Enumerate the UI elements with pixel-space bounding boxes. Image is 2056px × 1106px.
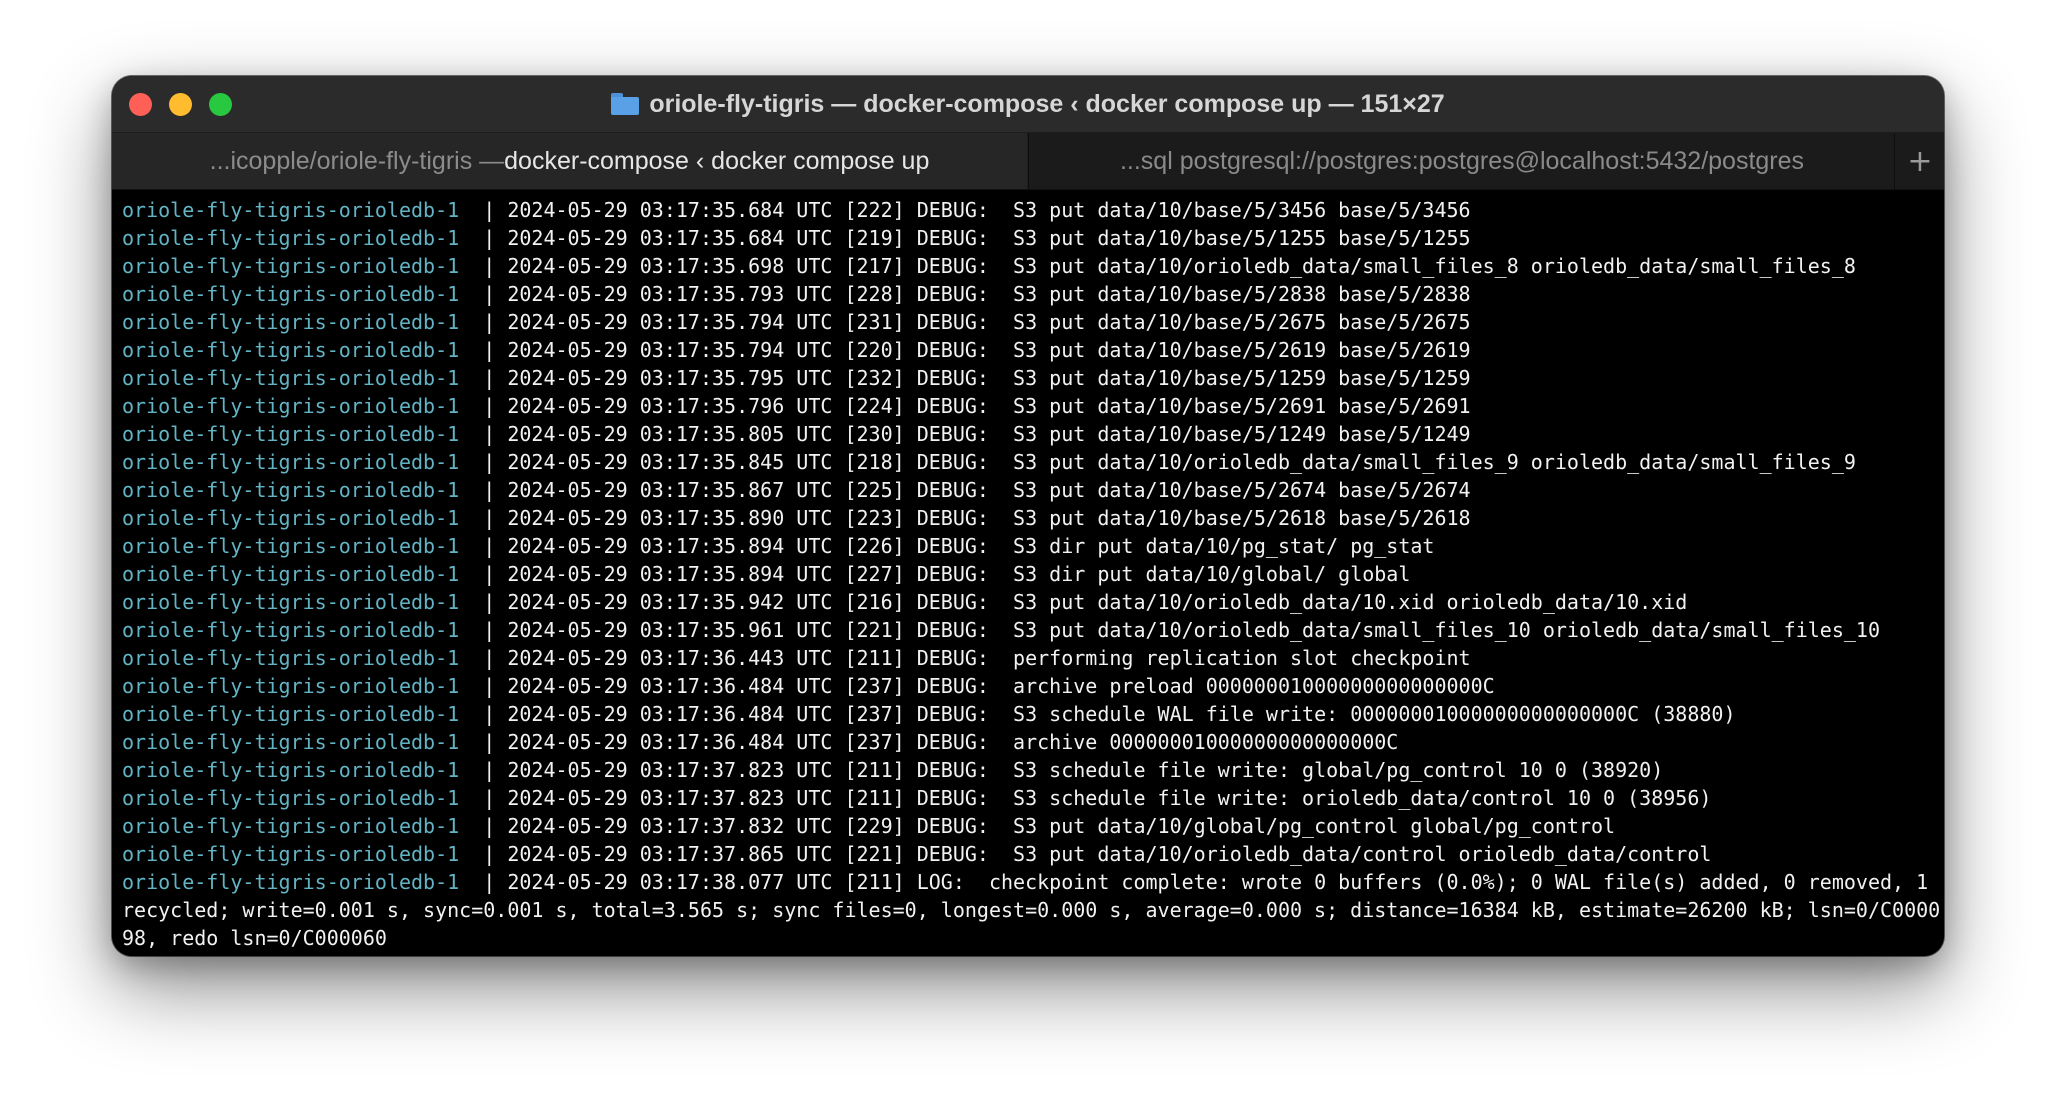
log-message: | 2024-05-29 03:17:38.077 UTC [211] LOG:… bbox=[483, 870, 1929, 894]
log-service-name: oriole-fly-tigris-orioledb-1 bbox=[122, 422, 484, 446]
log-message: | 2024-05-29 03:17:37.823 UTC [211] DEBU… bbox=[483, 758, 1664, 782]
log-line: 98, redo lsn=0/C000060 bbox=[122, 924, 1934, 952]
desktop-background: oriole-fly-tigris — docker-compose ‹ doc… bbox=[0, 0, 2056, 1106]
log-service-name: oriole-fly-tigris-orioledb-1 bbox=[122, 646, 484, 670]
log-service-name: oriole-fly-tigris-orioledb-1 bbox=[122, 758, 484, 782]
log-message: | 2024-05-29 03:17:37.823 UTC [211] DEBU… bbox=[483, 786, 1712, 810]
log-line: oriole-fly-tigris-orioledb-1 | 2024-05-2… bbox=[122, 364, 1934, 392]
log-line: oriole-fly-tigris-orioledb-1 | 2024-05-2… bbox=[122, 588, 1934, 616]
log-service-name: oriole-fly-tigris-orioledb-1 bbox=[122, 366, 484, 390]
log-message: | 2024-05-29 03:17:35.796 UTC [224] DEBU… bbox=[483, 394, 1471, 418]
log-message: | 2024-05-29 03:17:35.890 UTC [223] DEBU… bbox=[483, 506, 1471, 530]
tab-path-label: ...icopple/oriole-fly-tigris — bbox=[209, 146, 505, 175]
log-service-name: oriole-fly-tigris-orioledb-1 bbox=[122, 478, 484, 502]
log-line: oriole-fly-tigris-orioledb-1 | 2024-05-2… bbox=[122, 812, 1934, 840]
terminal-output[interactable]: oriole-fly-tigris-orioledb-1 | 2024-05-2… bbox=[112, 190, 1944, 956]
log-line: oriole-fly-tigris-orioledb-1 | 2024-05-2… bbox=[122, 448, 1934, 476]
log-message: | 2024-05-29 03:17:37.865 UTC [221] DEBU… bbox=[483, 842, 1712, 866]
log-message: | 2024-05-29 03:17:35.793 UTC [228] DEBU… bbox=[483, 282, 1471, 306]
log-line: oriole-fly-tigris-orioledb-1 | 2024-05-2… bbox=[122, 756, 1934, 784]
log-message: | 2024-05-29 03:17:35.961 UTC [221] DEBU… bbox=[483, 618, 1880, 642]
log-line: oriole-fly-tigris-orioledb-1 | 2024-05-2… bbox=[122, 728, 1934, 756]
log-line: oriole-fly-tigris-orioledb-1 | 2024-05-2… bbox=[122, 280, 1934, 308]
log-service-name: oriole-fly-tigris-orioledb-1 bbox=[122, 310, 484, 334]
log-line: recycled; write=0.001 s, sync=0.001 s, t… bbox=[122, 896, 1940, 924]
log-service-name: oriole-fly-tigris-orioledb-1 bbox=[122, 394, 484, 418]
log-line: oriole-fly-tigris-orioledb-1 | 2024-05-2… bbox=[122, 840, 1934, 868]
log-service-name: oriole-fly-tigris-orioledb-1 bbox=[122, 702, 484, 726]
tab-docker-compose[interactable]: ...icopple/oriole-fly-tigris — docker-co… bbox=[112, 133, 1027, 189]
log-line: oriole-fly-tigris-orioledb-1 | 2024-05-2… bbox=[122, 868, 1934, 896]
folder-icon bbox=[611, 93, 640, 115]
log-message: | 2024-05-29 03:17:37.832 UTC [229] DEBU… bbox=[483, 814, 1616, 838]
window-title: oriole-fly-tigris — docker-compose ‹ doc… bbox=[649, 89, 1445, 118]
log-message: | 2024-05-29 03:17:35.894 UTC [227] DEBU… bbox=[483, 562, 1411, 586]
log-line: oriole-fly-tigris-orioledb-1 | 2024-05-2… bbox=[122, 532, 1934, 560]
log-line: oriole-fly-tigris-orioledb-1 | 2024-05-2… bbox=[122, 420, 1934, 448]
log-line: oriole-fly-tigris-orioledb-1 | 2024-05-2… bbox=[122, 700, 1934, 728]
log-line: oriole-fly-tigris-orioledb-1 | 2024-05-2… bbox=[122, 224, 1934, 252]
log-service-name: oriole-fly-tigris-orioledb-1 bbox=[122, 198, 484, 222]
log-line: oriole-fly-tigris-orioledb-1 | 2024-05-2… bbox=[122, 784, 1934, 812]
log-service-name: oriole-fly-tigris-orioledb-1 bbox=[122, 226, 484, 250]
new-tab-button[interactable]: + bbox=[1894, 133, 1944, 189]
log-message: | 2024-05-29 03:17:35.845 UTC [218] DEBU… bbox=[483, 450, 1856, 474]
log-service-name: oriole-fly-tigris-orioledb-1 bbox=[122, 338, 484, 362]
log-line: oriole-fly-tigris-orioledb-1 | 2024-05-2… bbox=[122, 616, 1934, 644]
log-service-name: oriole-fly-tigris-orioledb-1 bbox=[122, 814, 484, 838]
log-message: | 2024-05-29 03:17:35.795 UTC [232] DEBU… bbox=[483, 366, 1471, 390]
log-service-name: oriole-fly-tigris-orioledb-1 bbox=[122, 870, 484, 894]
log-service-name: oriole-fly-tigris-orioledb-1 bbox=[122, 590, 484, 614]
title-bar[interactable]: oriole-fly-tigris — docker-compose ‹ doc… bbox=[112, 76, 1944, 133]
log-service-name: oriole-fly-tigris-orioledb-1 bbox=[122, 450, 484, 474]
log-line: oriole-fly-tigris-orioledb-1 | 2024-05-2… bbox=[122, 504, 1934, 532]
log-service-name: oriole-fly-tigris-orioledb-1 bbox=[122, 254, 484, 278]
log-message: | 2024-05-29 03:17:36.484 UTC [237] DEBU… bbox=[483, 702, 1736, 726]
log-message: 98, redo lsn=0/C000060 bbox=[122, 926, 387, 950]
log-message: | 2024-05-29 03:17:36.443 UTC [211] DEBU… bbox=[483, 646, 1471, 670]
log-service-name: oriole-fly-tigris-orioledb-1 bbox=[122, 562, 484, 586]
log-line: oriole-fly-tigris-orioledb-1 | 2024-05-2… bbox=[122, 644, 1934, 672]
log-message: | 2024-05-29 03:17:35.684 UTC [219] DEBU… bbox=[483, 226, 1471, 250]
log-line: oriole-fly-tigris-orioledb-1 | 2024-05-2… bbox=[122, 560, 1934, 588]
tab-psql-label: ...sql postgresql://postgres:postgres@lo… bbox=[1119, 146, 1805, 175]
log-message: | 2024-05-29 03:17:35.794 UTC [220] DEBU… bbox=[483, 338, 1471, 362]
log-service-name: oriole-fly-tigris-orioledb-1 bbox=[122, 534, 484, 558]
log-line: oriole-fly-tigris-orioledb-1 | 2024-05-2… bbox=[122, 196, 1934, 224]
terminal-window: oriole-fly-tigris — docker-compose ‹ doc… bbox=[112, 76, 1944, 956]
tab-process-label: docker-compose ‹ docker compose up bbox=[504, 146, 930, 175]
log-message: | 2024-05-29 03:17:35.942 UTC [216] DEBU… bbox=[483, 590, 1688, 614]
log-line: oriole-fly-tigris-orioledb-1 | 2024-05-2… bbox=[122, 336, 1934, 364]
log-service-name: oriole-fly-tigris-orioledb-1 bbox=[122, 674, 484, 698]
tab-psql[interactable]: ...sql postgresql://postgres:postgres@lo… bbox=[1028, 133, 1895, 189]
log-message: | 2024-05-29 03:17:35.684 UTC [222] DEBU… bbox=[483, 198, 1471, 222]
log-message: | 2024-05-29 03:17:36.484 UTC [237] DEBU… bbox=[483, 730, 1399, 754]
log-line: oriole-fly-tigris-orioledb-1 | 2024-05-2… bbox=[122, 476, 1934, 504]
log-line: oriole-fly-tigris-orioledb-1 | 2024-05-2… bbox=[122, 392, 1934, 420]
log-message: | 2024-05-29 03:17:35.894 UTC [226] DEBU… bbox=[483, 534, 1435, 558]
log-message: | 2024-05-29 03:17:35.867 UTC [225] DEBU… bbox=[483, 478, 1471, 502]
log-service-name: oriole-fly-tigris-orioledb-1 bbox=[122, 282, 484, 306]
log-service-name: oriole-fly-tigris-orioledb-1 bbox=[122, 618, 484, 642]
window-title-container: oriole-fly-tigris — docker-compose ‹ doc… bbox=[112, 76, 1944, 132]
log-service-name: oriole-fly-tigris-orioledb-1 bbox=[122, 842, 484, 866]
log-service-name: oriole-fly-tigris-orioledb-1 bbox=[122, 506, 484, 530]
tab-bar: ...icopple/oriole-fly-tigris — docker-co… bbox=[112, 133, 1944, 190]
log-line: oriole-fly-tigris-orioledb-1 | 2024-05-2… bbox=[122, 252, 1934, 280]
log-message: | 2024-05-29 03:17:35.794 UTC [231] DEBU… bbox=[483, 310, 1471, 334]
log-message: | 2024-05-29 03:17:35.805 UTC [230] DEBU… bbox=[483, 422, 1471, 446]
log-line: oriole-fly-tigris-orioledb-1 | 2024-05-2… bbox=[122, 308, 1934, 336]
log-service-name: oriole-fly-tigris-orioledb-1 bbox=[122, 730, 484, 754]
log-line: oriole-fly-tigris-orioledb-1 | 2024-05-2… bbox=[122, 672, 1934, 700]
log-message: | 2024-05-29 03:17:36.484 UTC [237] DEBU… bbox=[483, 674, 1495, 698]
log-message: recycled; write=0.001 s, sync=0.001 s, t… bbox=[122, 898, 1941, 922]
log-message: | 2024-05-29 03:17:35.698 UTC [217] DEBU… bbox=[483, 254, 1856, 278]
log-service-name: oriole-fly-tigris-orioledb-1 bbox=[122, 786, 484, 810]
